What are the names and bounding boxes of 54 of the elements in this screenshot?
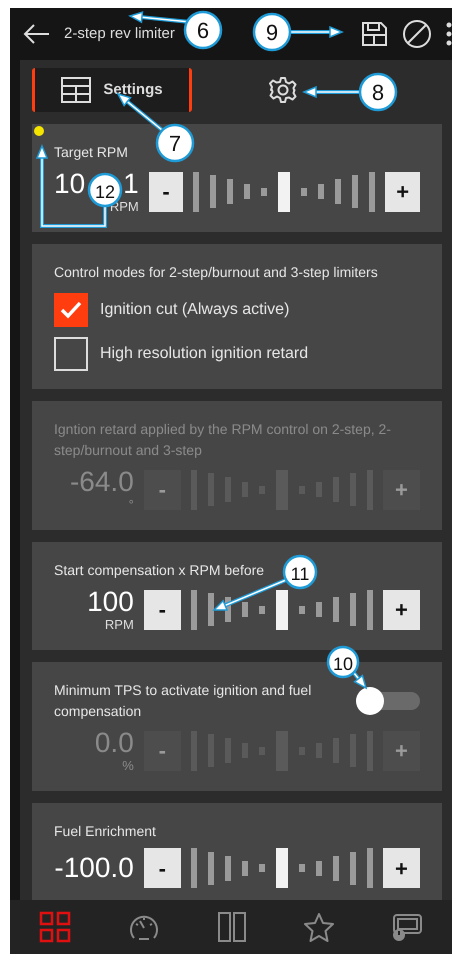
callout-arrow bbox=[302, 86, 360, 98]
callout-arrow bbox=[352, 672, 368, 690]
cancel-icon bbox=[402, 19, 432, 49]
callout-circle bbox=[156, 124, 194, 162]
value-readout: -100.0 bbox=[54, 853, 134, 883]
unit-label: % bbox=[122, 758, 134, 773]
option-label: High resolution ignition retard bbox=[100, 344, 308, 364]
setting-label: Fuel Enrichment bbox=[54, 822, 156, 841]
tick-scale[interactable] bbox=[190, 848, 373, 888]
increment-button[interactable]: + bbox=[385, 172, 420, 212]
callout-circle bbox=[358, 72, 398, 112]
check-icon bbox=[59, 300, 83, 320]
tick-scale[interactable] bbox=[190, 590, 373, 630]
settings-tab[interactable]: Settings bbox=[32, 68, 192, 112]
tick-scale[interactable] bbox=[193, 172, 376, 212]
setting-label: Target RPM bbox=[54, 143, 128, 162]
settings-icon bbox=[269, 76, 297, 104]
setting-label: Minimum TPS to activate ignition and fuel compensation bbox=[54, 681, 312, 721]
increment-button[interactable]: + bbox=[382, 590, 420, 630]
callout-number: 8 bbox=[372, 80, 384, 105]
save-icon bbox=[360, 20, 388, 48]
setting-label: Control modes for 2-step/burnout and 3-step limiters bbox=[54, 263, 378, 282]
callout-number: 10 bbox=[332, 654, 354, 674]
star-icon[interactable] bbox=[302, 910, 336, 944]
value-readout: 100 bbox=[87, 587, 134, 617]
unit-label: ° bbox=[128, 497, 134, 512]
callout-number: 12 bbox=[94, 182, 116, 202]
value-readout: 10 bbox=[54, 169, 86, 199]
value-readout: -64.0 bbox=[70, 467, 134, 497]
decrement-button[interactable]: - bbox=[144, 848, 181, 888]
decrement-button[interactable]: - bbox=[148, 172, 184, 212]
callout-arrow bbox=[290, 26, 344, 38]
unit-label: RPM bbox=[104, 617, 134, 632]
callout-number: 11 bbox=[290, 564, 310, 584]
callout-number: 6 bbox=[196, 18, 210, 43]
modified-indicator bbox=[34, 126, 44, 136]
decrement-button[interactable]: - bbox=[144, 590, 181, 630]
callout-number: 7 bbox=[168, 131, 182, 156]
checkbox[interactable] bbox=[54, 293, 88, 327]
cancel-button[interactable] bbox=[402, 19, 432, 49]
callout-circle bbox=[252, 12, 292, 52]
callout-number: 9 bbox=[266, 20, 278, 45]
value-readout: 0.0 bbox=[94, 728, 134, 758]
setting-label: Start compensation x RPM before bbox=[54, 561, 264, 580]
increment-button[interactable]: + bbox=[382, 848, 420, 888]
screen-title: 2-step rev limiter bbox=[64, 24, 175, 44]
setting-label: Igntion retard applied by the RPM control on 2-step, 2-step/burnout and 3-step bbox=[54, 420, 392, 460]
option-label: Ignition cut (Always active) bbox=[100, 300, 290, 320]
back-icon[interactable] bbox=[22, 23, 50, 45]
value-readout: 1 bbox=[123, 169, 139, 199]
more-menu-icon[interactable] bbox=[446, 22, 452, 46]
callout-circle bbox=[184, 10, 222, 50]
table-icon bbox=[61, 77, 92, 103]
save-button[interactable] bbox=[360, 20, 388, 48]
